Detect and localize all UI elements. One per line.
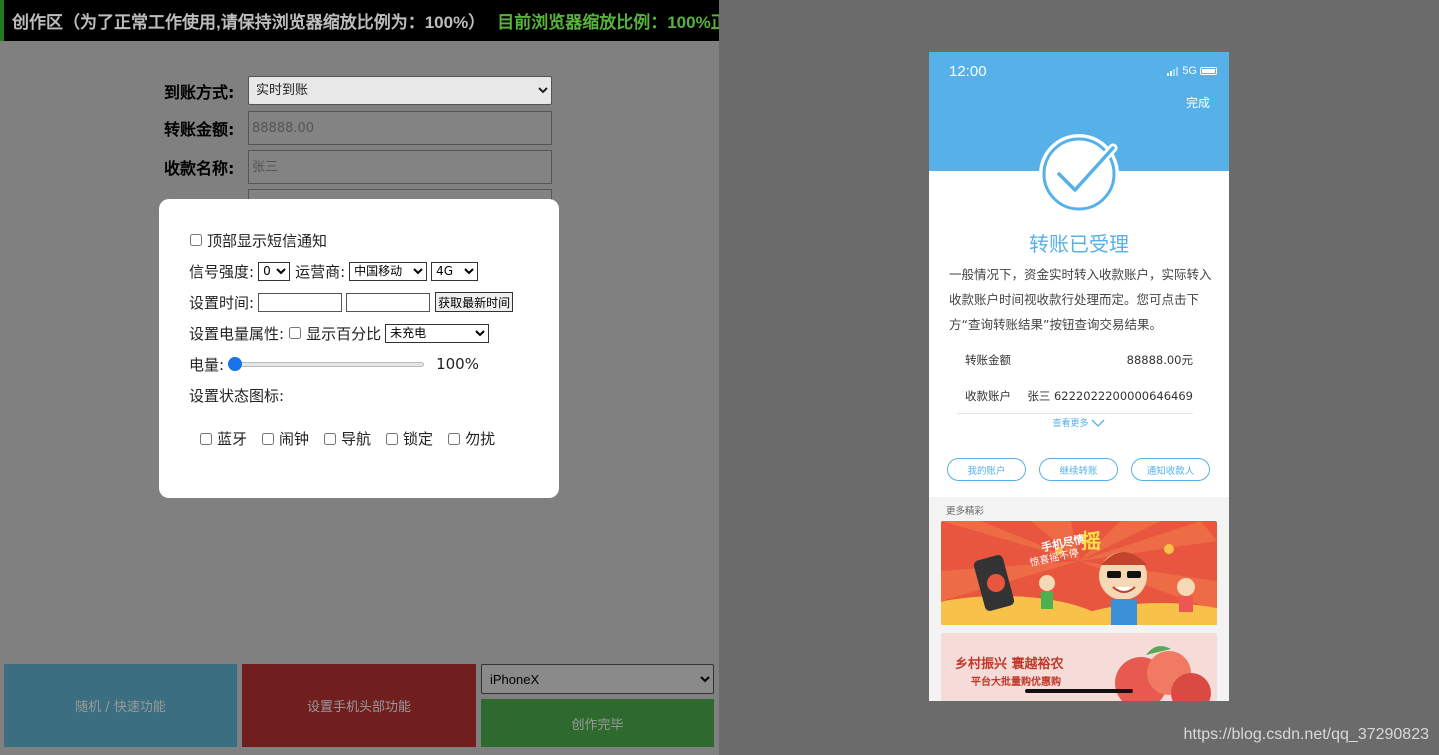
signal-select[interactable]: 0	[258, 261, 291, 281]
set-header-button[interactable]: 设置手机头部功能	[242, 664, 476, 747]
time-input-1[interactable]	[258, 292, 343, 312]
navigation-checkbox[interactable]	[324, 432, 337, 445]
bluetooth-label: 蓝牙	[217, 430, 248, 448]
dnd-label: 勿扰	[465, 430, 496, 448]
charging-select[interactable]: 未充电	[385, 323, 490, 343]
detail-divider	[957, 413, 1193, 414]
status-icons-row: 设置状态图标:	[189, 384, 559, 406]
carrier-select[interactable]: 中国移动	[349, 261, 428, 281]
arrival-row: 到账方式: 实时到账	[164, 76, 552, 105]
carrier-label: 运营商:	[295, 262, 346, 281]
battery-value: 100%	[436, 355, 479, 373]
status-time: 12:00	[949, 63, 987, 80]
signal-row: 信号强度: 0 运营商: 中国移动 4G	[189, 260, 559, 282]
account-detail-label: 收款账户	[965, 389, 1011, 403]
battery-icon	[1200, 67, 1217, 75]
icon-option-navigation[interactable]: 导航	[323, 428, 371, 449]
bluetooth-checkbox[interactable]	[200, 432, 212, 445]
icon-option-lock[interactable]: 锁定	[385, 428, 433, 449]
lock-checkbox[interactable]	[386, 432, 399, 445]
amount-detail-row: 转账金额 88888.00元	[965, 352, 1193, 368]
alarm-checkbox[interactable]	[262, 432, 275, 445]
amount-input[interactable]	[248, 111, 552, 145]
success-description: 一般情况下，资金实时转入收款账户，实际转入 收款账户时间视收款行处理而定。您可点…	[949, 267, 1212, 332]
banner2-title: 乡村振兴 寰越裕农	[955, 657, 1064, 672]
sms-row: 顶部显示短信通知	[189, 229, 559, 251]
editor-pane: 创作区（为了正常工作使用,请保持浏览器缩放比例为：100%） 目前浏览器缩放比例…	[0, 0, 719, 755]
phone-header-dialog: 顶部显示短信通知 信号强度: 0 运营商: 中国移动 4G 设置时间: 获取最新…	[159, 199, 559, 498]
icon-option-dnd[interactable]: 勿扰	[447, 428, 495, 449]
finish-button[interactable]: 创作完毕	[481, 699, 714, 747]
account-detail-value: 张三 6222022200000646469	[1027, 389, 1193, 403]
signal-label: 信号强度:	[189, 262, 255, 281]
dnd-checkbox[interactable]	[448, 432, 461, 445]
status-icons-list: 蓝牙 闹钟 导航 锁定 勿扰	[199, 428, 559, 449]
arrival-select[interactable]: 实时到账	[248, 76, 552, 105]
payee-input[interactable]	[248, 150, 552, 184]
zoom-status: 目前浏览器缩放比例：100%正常	[497, 13, 719, 32]
continue-transfer-button[interactable]: 继续转账	[1039, 458, 1118, 481]
network-select[interactable]: 4G	[431, 261, 479, 281]
zoom-notice: 创作区（为了正常工作使用,请保持浏览器缩放比例为：100%）	[12, 13, 486, 32]
notice-bar: 创作区（为了正常工作使用,请保持浏览器缩放比例为：100%） 目前浏览器缩放比例…	[0, 0, 719, 41]
shake-banner[interactable]: 手机尽情 摇 惊喜摇不停	[941, 521, 1217, 625]
battery-attr-label: 设置电量属性:	[189, 324, 285, 343]
device-select[interactable]: iPhoneX	[481, 664, 714, 694]
alarm-label: 闹钟	[279, 430, 310, 448]
arrival-label: 到账方式:	[164, 82, 235, 102]
battery-attr-row: 设置电量属性: 显示百分比 未充电	[189, 322, 559, 344]
done-button[interactable]: 完成	[1186, 94, 1210, 111]
chevron-down-icon	[1091, 419, 1105, 427]
time-row: 设置时间: 获取最新时间	[189, 291, 559, 313]
watermark-url: https://blog.csdn.net/qq_37290823	[1183, 726, 1429, 743]
amount-row: 转账金额:	[164, 111, 552, 145]
navigation-label: 导航	[341, 430, 372, 448]
status-icons-label: 设置状态图标:	[189, 386, 285, 405]
banner2-subtitle: 平台大批量购优惠购	[971, 677, 1061, 688]
banner1-shake: 摇	[1081, 529, 1101, 553]
show-percent-checkbox[interactable]	[289, 327, 302, 339]
phone-preview: 12:00 5G 完成 转账已受理 一般情况下，资金实时转入收款账户，实际转入 …	[929, 52, 1229, 701]
see-more-link[interactable]: 查看更多	[929, 416, 1229, 429]
amount-detail-value: 88888.00元	[1126, 353, 1193, 367]
see-more-label: 查看更多	[1052, 419, 1089, 429]
sms-label: 顶部显示短信通知	[207, 231, 328, 250]
home-indicator	[1025, 689, 1133, 693]
amount-label: 转账金额:	[164, 120, 235, 139]
get-time-button[interactable]: 获取最新时间	[435, 292, 514, 312]
amount-detail-label: 转账金额	[965, 353, 1011, 367]
time-input-2[interactable]	[346, 292, 431, 312]
sms-checkbox[interactable]	[190, 234, 202, 246]
signal-bars-icon	[1167, 66, 1179, 76]
icon-option-bluetooth[interactable]: 蓝牙	[199, 428, 247, 449]
success-title: 转账已受理	[1029, 232, 1129, 256]
slider-track	[228, 362, 425, 367]
status-icons: 5G	[1167, 65, 1217, 77]
battery-label: 电量:	[189, 355, 225, 374]
slider-thumb[interactable]	[228, 357, 243, 371]
show-percent-label: 显示百分比	[306, 324, 382, 343]
payee-label: 收款名称:	[164, 159, 235, 178]
my-account-button[interactable]: 我的账户	[947, 458, 1026, 481]
icon-option-alarm[interactable]: 闹钟	[261, 428, 309, 449]
time-label: 设置时间:	[189, 293, 255, 312]
random-quick-button[interactable]: 随机 / 快速功能	[4, 664, 237, 747]
more-section-title: 更多精彩	[946, 506, 985, 517]
battery-row: 电量: 100%	[189, 353, 559, 375]
battery-slider[interactable]	[228, 355, 425, 373]
payee-row: 收款名称:	[164, 150, 552, 184]
lock-label: 锁定	[403, 430, 434, 448]
success-check-icon	[1039, 134, 1119, 214]
notify-payee-button[interactable]: 通知收款人	[1131, 458, 1210, 481]
network-type: 5G	[1182, 65, 1197, 77]
account-detail-row: 收款账户 张三 6222022200000646469	[965, 388, 1193, 404]
